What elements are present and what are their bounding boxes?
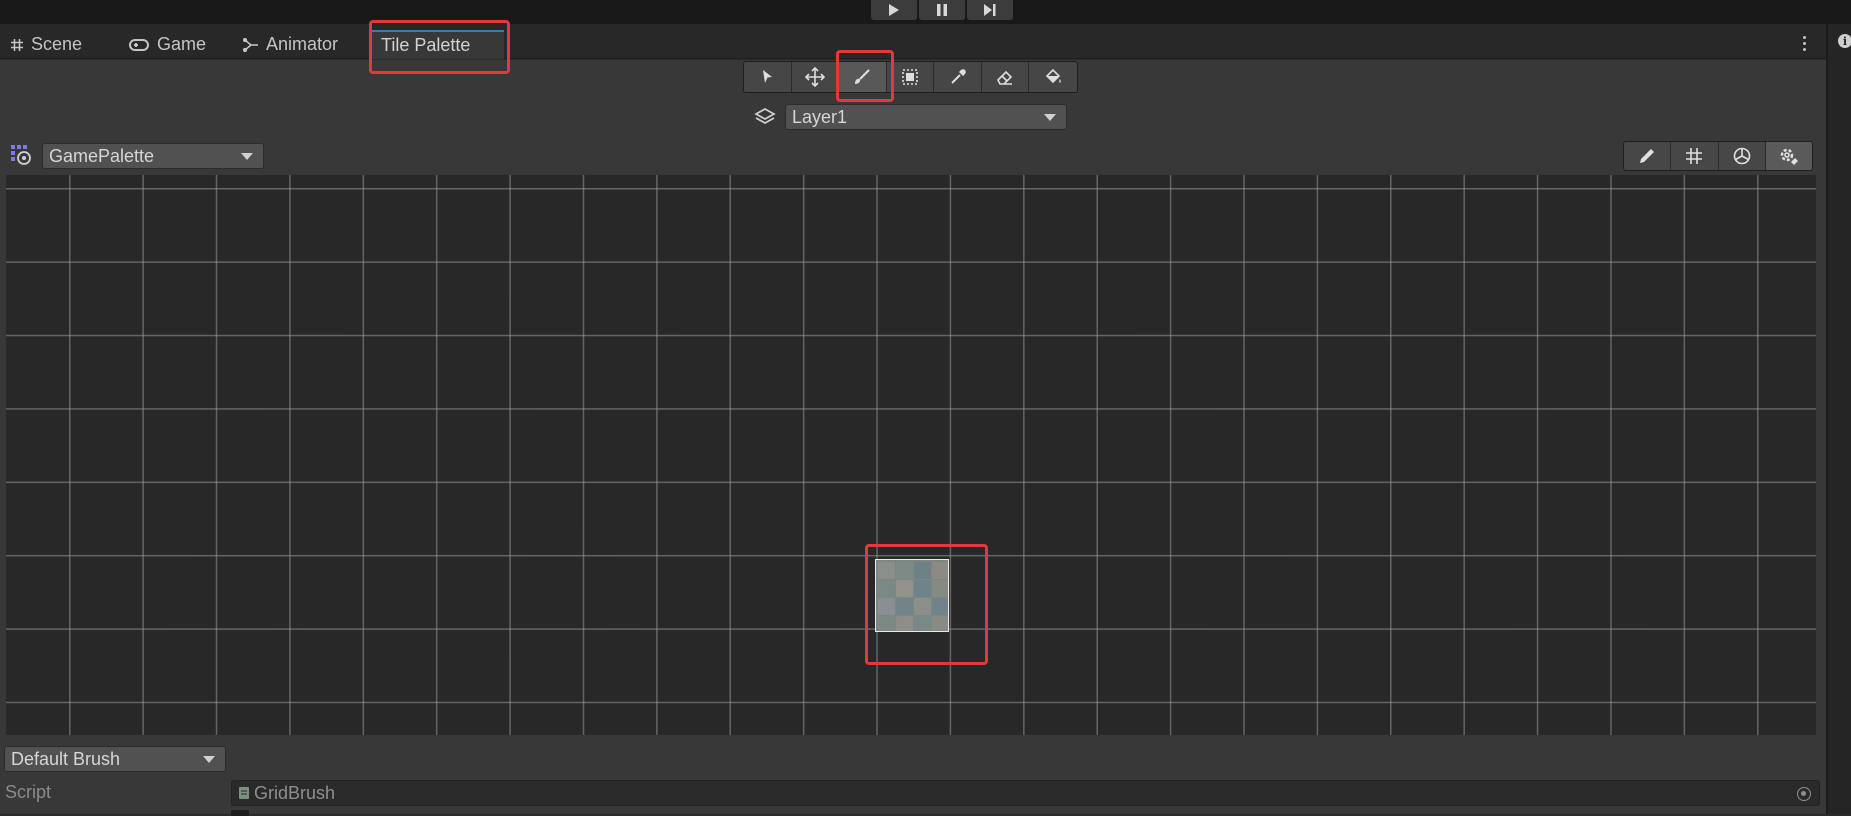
- animator-icon: [243, 37, 258, 52]
- picker-tool-button[interactable]: [934, 62, 982, 92]
- grid-icon: [11, 38, 23, 51]
- palette-tile[interactable]: [875, 559, 949, 632]
- script-label: Script: [5, 782, 52, 802]
- chevron-down-icon: [203, 756, 215, 763]
- palette-settings-button[interactable]: [1765, 142, 1812, 170]
- move-icon: [804, 66, 825, 88]
- pause-button[interactable]: [919, 0, 965, 20]
- eraser-icon: [997, 70, 1013, 85]
- more-options-icon[interactable]: [1794, 32, 1814, 54]
- play-icon: [889, 4, 899, 16]
- settings-icon: [1780, 148, 1798, 165]
- select-icon: [763, 70, 773, 83]
- fill-bucket-icon: [1046, 68, 1061, 84]
- palette-dropdown[interactable]: GamePalette: [42, 143, 264, 169]
- playback-controls: [871, 0, 1013, 20]
- tab-game[interactable]: Game: [118, 30, 216, 59]
- select-tool-button[interactable]: [744, 62, 792, 92]
- property-stub: [231, 810, 249, 816]
- eraser-tool-button[interactable]: [982, 62, 1030, 92]
- gizmo-icon: [1733, 147, 1750, 165]
- fill-bucket-tool-button[interactable]: [1029, 62, 1077, 92]
- script-file-icon: [239, 787, 249, 799]
- pause-icon: [937, 4, 947, 16]
- chevron-down-icon: [241, 153, 253, 160]
- edit-icon: [1640, 149, 1655, 163]
- target-layer-dropdown[interactable]: Layer1: [785, 104, 1067, 130]
- grid-toggle-icon: [1686, 148, 1703, 164]
- edit-palette-button[interactable]: [1624, 142, 1672, 170]
- brush-dropdown[interactable]: Default Brush: [4, 746, 226, 772]
- picker-icon: [950, 69, 966, 84]
- palette-value: GamePalette: [49, 145, 155, 166]
- object-picker-icon[interactable]: [1797, 787, 1811, 801]
- tile-tools-toolbar: [743, 61, 1078, 93]
- script-value: GridBrush: [254, 782, 336, 803]
- step-icon: [984, 4, 996, 16]
- box-fill-tool-button[interactable]: [887, 62, 935, 92]
- info-icon[interactable]: i: [1838, 34, 1851, 48]
- paint-brush-tool-button[interactable]: [839, 62, 887, 92]
- brush-value: Default Brush: [11, 748, 121, 769]
- palette-tools-toolbar: [1623, 141, 1813, 171]
- move-tool-button[interactable]: [792, 62, 840, 92]
- play-button[interactable]: [871, 0, 917, 20]
- grid-lines: [6, 175, 1816, 735]
- tab-label: Scene: [31, 34, 83, 54]
- step-button[interactable]: [967, 0, 1013, 20]
- tab-animator[interactable]: Animator: [233, 30, 348, 59]
- grid-toggle-button[interactable]: [1671, 142, 1719, 170]
- tab-tile-palette[interactable]: Tile Palette: [371, 30, 504, 59]
- tab-scene[interactable]: Scene: [0, 30, 92, 59]
- chevron-down-icon: [1044, 114, 1056, 121]
- paint-brush-icon: [855, 69, 871, 84]
- box-fill-icon: [902, 69, 918, 85]
- script-field[interactable]: GridBrush: [231, 780, 1820, 806]
- gamepad-icon: [129, 38, 149, 51]
- layers-icon: [754, 108, 776, 124]
- tab-label: Game: [157, 34, 207, 54]
- tab-label: Tile Palette: [381, 35, 471, 55]
- inspector-edge: [1826, 24, 1851, 814]
- target-layer-value: Layer1: [792, 106, 848, 127]
- gizmo-toggle-button[interactable]: [1719, 142, 1766, 170]
- tab-label: Animator: [266, 34, 339, 54]
- window-tab-bar: Scene Game Animator Tile Palette: [0, 24, 1826, 59]
- palette-icon: [11, 145, 31, 165]
- tile-palette-grid[interactable]: [6, 175, 1816, 735]
